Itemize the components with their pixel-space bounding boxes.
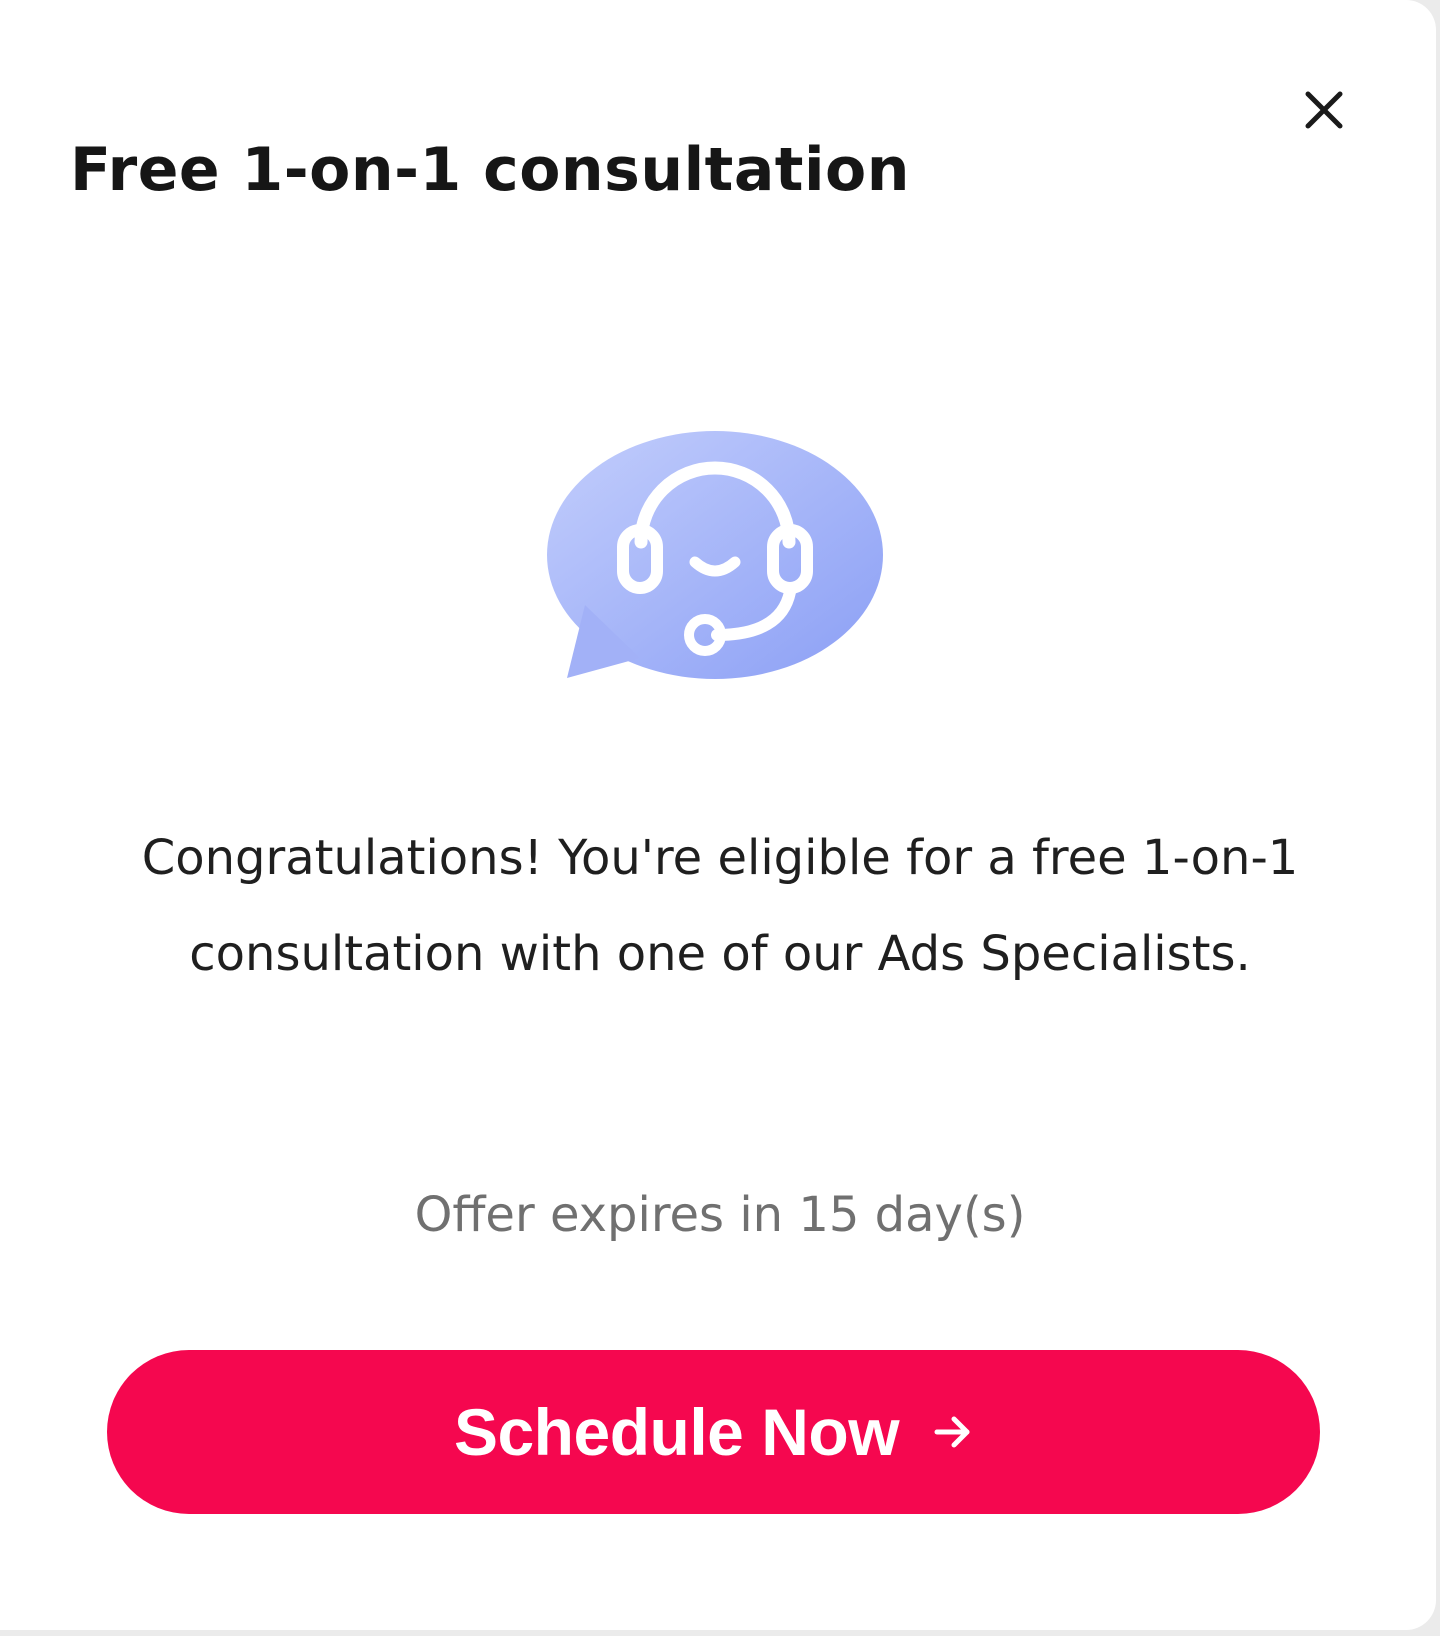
- headset-chat-icon: [545, 430, 885, 690]
- offer-expiry-text: Offer expires in 15 day(s): [414, 1187, 1026, 1243]
- arrow-right-icon: [933, 1412, 973, 1452]
- close-icon: [1305, 91, 1343, 129]
- schedule-now-button[interactable]: Schedule Now: [107, 1350, 1320, 1514]
- dialog-title: Free 1-on-1 consultation: [70, 135, 910, 205]
- close-button[interactable]: [1298, 84, 1350, 136]
- consultation-dialog: Free 1-on-1 consultation Congratulations…: [0, 0, 1436, 1630]
- eligibility-message: Congratulations! You're eligible for a f…: [141, 830, 1299, 982]
- schedule-now-label: Schedule Now: [453, 1395, 900, 1469]
